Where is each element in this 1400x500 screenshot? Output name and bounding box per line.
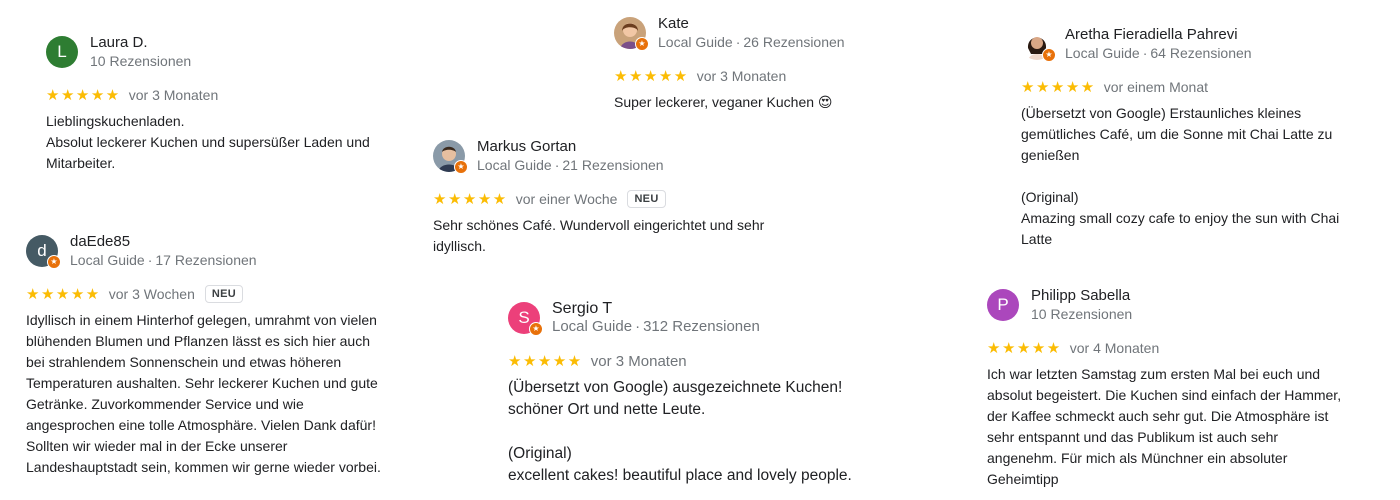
reviewer-name[interactable]: Laura D. (90, 34, 191, 52)
review-text: Idyllisch in einem Hinterhof gelegen, um… (26, 312, 381, 475)
star-rating: ★★★★★ (987, 340, 1062, 357)
review-count: 26 Rezensionen (743, 34, 845, 50)
local-guide-label: Local Guide (1065, 45, 1140, 61)
review-text: Lieblingskuchenladen. Absolut leckerer K… (46, 113, 370, 171)
avatar[interactable]: d ★ (26, 235, 61, 269)
avatar[interactable]: ★ (1021, 28, 1056, 62)
star-rating: ★★★★★ (1021, 79, 1096, 96)
reviewer-header: d ★ daEde85 Local Guide · 17 Rezensionen (26, 233, 392, 269)
star-rating: ★★★★★ (433, 191, 508, 208)
star-rating: ★★★★★ (46, 87, 121, 104)
reviewer-meta[interactable]: Local Guide · 26 Rezensionen (658, 33, 845, 51)
review-count: 64 Rezensionen (1150, 45, 1252, 61)
avatar[interactable]: L (46, 36, 78, 68)
local-guide-badge-icon: ★ (47, 255, 61, 269)
avatar[interactable]: P (987, 289, 1019, 321)
review-card-aretha: ★ Aretha Fieradiella Pahrevi Local Guide… (1021, 26, 1391, 250)
local-guide-badge-icon: ★ (1042, 48, 1056, 62)
reviewer-header: ★ Aretha Fieradiella Pahrevi Local Guide… (1021, 26, 1391, 62)
rating-row: ★★★★★ vor 3 Monaten (614, 65, 874, 87)
local-guide-label: Local Guide (477, 157, 552, 173)
review-card-philipp: P Philipp Sabella 10 Rezensionen ★★★★★ v… (987, 287, 1352, 490)
reviewer-name[interactable]: Markus Gortan (477, 138, 664, 156)
review-count[interactable]: 10 Rezensionen (1031, 305, 1132, 323)
review-text: (Übersetzt von Google) Erstaunliches kle… (1021, 105, 1340, 247)
review-text: Ich war letzten Samstag zum ersten Mal b… (987, 366, 1342, 487)
review-count: 17 Rezensionen (155, 252, 257, 268)
local-guide-badge-icon: ★ (635, 37, 649, 51)
rating-row: ★★★★★ vor 3 Wochen NEU (26, 283, 392, 305)
review-date: vor 3 Monaten (128, 87, 219, 103)
reviewer-header: S ★ Sergio T Local Guide · 312 Rezensionen (508, 300, 868, 336)
review-text: (Übersetzt von Google) ausgezeichnete Ku… (508, 379, 852, 484)
reviewer-name[interactable]: daEde85 (70, 233, 257, 251)
review-count: 21 Rezensionen (562, 157, 664, 173)
review-card-daede85: d ★ daEde85 Local Guide · 17 Rezensionen ★… (26, 233, 392, 478)
reviewer-header: P Philipp Sabella 10 Rezensionen (987, 287, 1352, 323)
review-date: vor 3 Monaten (696, 68, 787, 84)
star-rating: ★★★★★ (26, 286, 101, 303)
avatar-initial: P (997, 295, 1009, 314)
local-guide-badge-icon: ★ (529, 322, 543, 336)
review-date: vor einer Woche (515, 191, 618, 207)
reviewer-meta[interactable]: Local Guide · 17 Rezensionen (70, 251, 257, 269)
star-rating: ★★★★★ (614, 68, 689, 85)
review-card-markus: ★ Markus Gortan Local Guide · 21 Rezension… (433, 138, 778, 257)
avatar-initial: d (37, 241, 47, 260)
avatar[interactable]: ★ (433, 140, 468, 174)
review-date: vor einem Monat (1103, 79, 1209, 95)
local-guide-label: Local Guide (552, 318, 633, 335)
avatar[interactable]: S ★ (508, 302, 543, 336)
local-guide-label: Local Guide (70, 252, 145, 268)
avatar-initial: S (518, 308, 530, 327)
reviewer-meta[interactable]: Local Guide · 312 Rezensionen (552, 318, 760, 336)
review-text: Sehr schönes Café. Wundervoll eingericht… (433, 217, 765, 254)
local-guide-label: Local Guide (658, 34, 733, 50)
new-badge: NEU (204, 285, 243, 303)
review-count: 312 Rezensionen (643, 318, 760, 335)
avatar[interactable]: ★ (614, 17, 649, 51)
avatar-initial: L (57, 42, 67, 61)
new-badge: NEU (627, 190, 666, 208)
reviewer-meta[interactable]: Local Guide · 64 Rezensionen (1065, 44, 1252, 62)
rating-row: ★★★★★ vor 3 Monaten (46, 84, 391, 106)
review-date: vor 3 Monaten (590, 352, 687, 370)
review-card-kate: ★ Kate Local Guide · 26 Rezensionen ★★★★★ … (614, 15, 874, 113)
star-rating: ★★★★★ (508, 353, 583, 370)
rating-row: ★★★★★ vor einer Woche NEU (433, 188, 778, 210)
reviewer-name[interactable]: Sergio T (552, 300, 760, 318)
review-text: Super leckerer, veganer Kuchen 😍 (614, 94, 833, 110)
review-count[interactable]: 10 Rezensionen (90, 52, 191, 70)
reviewer-header: ★ Kate Local Guide · 26 Rezensionen (614, 15, 874, 51)
rating-row: ★★★★★ vor 3 Monaten (508, 350, 868, 372)
reviewer-name[interactable]: Philipp Sabella (1031, 287, 1132, 305)
rating-row: ★★★★★ vor einem Monat (1021, 76, 1391, 98)
review-card-sergio: S ★ Sergio T Local Guide · 312 Rezensionen… (508, 300, 868, 487)
reviewer-name[interactable]: Kate (658, 15, 845, 33)
local-guide-badge-icon: ★ (454, 160, 468, 174)
rating-row: ★★★★★ vor 4 Monaten (987, 337, 1352, 359)
review-date: vor 3 Wochen (108, 286, 195, 302)
review-date: vor 4 Monaten (1069, 340, 1160, 356)
reviewer-meta[interactable]: Local Guide · 21 Rezensionen (477, 156, 664, 174)
reviewer-header: ★ Markus Gortan Local Guide · 21 Rezension… (433, 138, 778, 174)
review-card-laura: L Laura D. 10 Rezensionen ★★★★★ vor 3 Mo… (46, 34, 391, 174)
reviewer-name[interactable]: Aretha Fieradiella Pahrevi (1065, 26, 1252, 44)
reviewer-header: L Laura D. 10 Rezensionen (46, 34, 391, 70)
